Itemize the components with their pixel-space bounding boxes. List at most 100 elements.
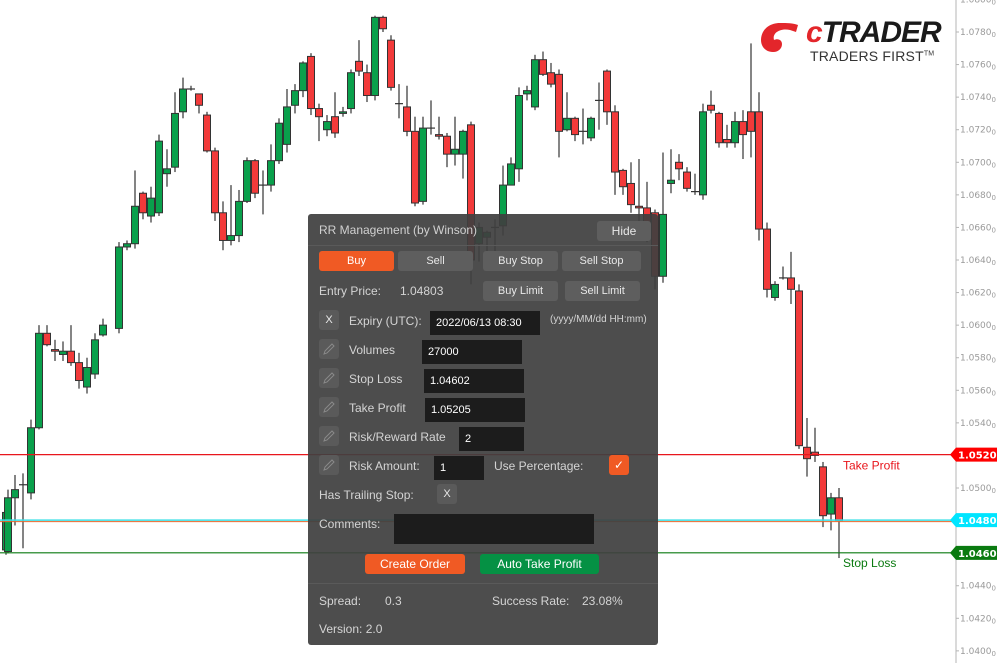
- candle: [739, 110, 747, 160]
- take-profit-line-label: Take Profit: [843, 459, 900, 473]
- candle-body: [611, 111, 619, 173]
- candle-body: [363, 72, 371, 97]
- candle-body: [635, 205, 643, 209]
- axis-tick-label: 1.07400: [960, 93, 996, 104]
- candle: [763, 222, 771, 298]
- candle: [347, 69, 355, 114]
- candle-body: [787, 277, 795, 290]
- candle-body: [547, 72, 555, 85]
- axis-tick-label: 1.04000: [960, 647, 996, 658]
- comments-input[interactable]: [394, 514, 594, 544]
- candle: [587, 116, 595, 142]
- trailing-stop-toggle[interactable]: X: [437, 484, 457, 504]
- stop-loss-line-label: Stop Loss: [843, 556, 896, 570]
- candle: [147, 186, 155, 223]
- price-tag-label: 1.05205: [958, 451, 997, 462]
- candle-body: [11, 489, 19, 499]
- buy-limit-button[interactable]: Buy Limit: [483, 281, 558, 301]
- axis-tick-label: 1.06600: [960, 223, 996, 234]
- candle: [627, 162, 635, 213]
- use-percentage-checkbox[interactable]: ✓: [609, 455, 629, 475]
- candle-body: [147, 197, 155, 217]
- candle: [523, 85, 531, 101]
- axis-tick-label: 1.06800: [960, 191, 996, 202]
- candle-body: [123, 243, 131, 248]
- expiry-toggle[interactable]: X: [319, 310, 339, 330]
- candle: [43, 325, 51, 347]
- risk-reward-input[interactable]: 2: [459, 427, 524, 451]
- candle-body: [67, 350, 75, 364]
- volumes-edit-button[interactable]: [319, 339, 339, 359]
- candle-body: [763, 228, 771, 290]
- candle: [27, 419, 35, 500]
- axis-tick-label: 1.05400: [960, 419, 996, 430]
- hide-button[interactable]: Hide: [597, 221, 651, 241]
- axis-tick-label: 1.05000: [960, 484, 996, 495]
- candle: [795, 284, 803, 449]
- candle: [779, 266, 787, 280]
- brand-tagline: TRADERS FIRSTTM: [810, 48, 935, 64]
- candle: [51, 339, 59, 361]
- candle: [819, 461, 827, 528]
- candle-body: [251, 160, 259, 194]
- candle-body: [155, 140, 163, 214]
- expiry-label: Expiry (UTC):: [349, 314, 422, 328]
- candle: [715, 111, 723, 148]
- candle-body: [203, 114, 211, 152]
- candle: [571, 116, 579, 142]
- candle: [419, 116, 427, 205]
- success-rate-label: Success Rate:: [492, 594, 570, 608]
- candle-body: [675, 161, 683, 170]
- candle-body: [171, 112, 179, 168]
- spread-value: 0.3: [385, 594, 402, 608]
- candle: [163, 149, 171, 187]
- risk-reward-edit-button[interactable]: [319, 426, 339, 446]
- candle-body: [435, 134, 443, 137]
- candle: [443, 132, 451, 168]
- sell-button[interactable]: Sell: [398, 251, 473, 271]
- candle: [59, 341, 67, 361]
- pencil-icon: [323, 430, 335, 442]
- candle: [339, 106, 347, 117]
- pencil-icon: [323, 343, 335, 355]
- candle-body: [795, 290, 803, 447]
- expiry-format-hint: (yyyy/MM/dd HH:mm): [550, 314, 647, 325]
- candle-body: [267, 160, 275, 186]
- candle: [67, 325, 75, 366]
- price-tag-label: 1.04602: [958, 549, 997, 560]
- stop-loss-input[interactable]: 1.04602: [424, 369, 524, 393]
- candle: [611, 105, 619, 195]
- candle-body: [59, 350, 67, 355]
- auto-take-profit-button[interactable]: Auto Take Profit: [480, 554, 599, 574]
- price-tag-label: 1.04803: [958, 516, 997, 527]
- candle-body: [835, 497, 843, 522]
- volumes-input[interactable]: 27000: [422, 340, 522, 364]
- sell-limit-button[interactable]: Sell Limit: [565, 281, 640, 301]
- candle-body: [51, 349, 59, 352]
- candle-body: [283, 106, 291, 145]
- stop-loss-edit-button[interactable]: [319, 368, 339, 388]
- candle-body: [99, 324, 107, 336]
- candle: [371, 15, 379, 101]
- candle-body: [307, 55, 315, 110]
- take-profit-edit-button[interactable]: [319, 397, 339, 417]
- candle: [451, 116, 459, 166]
- axis-tick-label: 1.05800: [960, 354, 996, 365]
- buy-button[interactable]: Buy: [319, 251, 394, 271]
- buy-stop-button[interactable]: Buy Stop: [483, 251, 558, 271]
- take-profit-input[interactable]: 1.05205: [425, 398, 525, 422]
- candle: [699, 103, 707, 200]
- risk-amount-edit-button[interactable]: [319, 455, 339, 475]
- candle-body: [27, 427, 35, 494]
- sell-stop-button[interactable]: Sell Stop: [562, 251, 641, 271]
- expiry-input[interactable]: 2022/06/13 08:30: [430, 311, 540, 335]
- candle: [579, 108, 587, 145]
- candle-body: [755, 111, 763, 230]
- candle: [683, 167, 691, 192]
- candle-body: [4, 497, 12, 553]
- risk-amount-input[interactable]: 1: [434, 456, 484, 480]
- axis-tick-label: 1.06400: [960, 256, 996, 267]
- axis-tick-label: 1.06200: [960, 289, 996, 300]
- create-order-button[interactable]: Create Order: [365, 554, 465, 574]
- candle: [411, 116, 419, 207]
